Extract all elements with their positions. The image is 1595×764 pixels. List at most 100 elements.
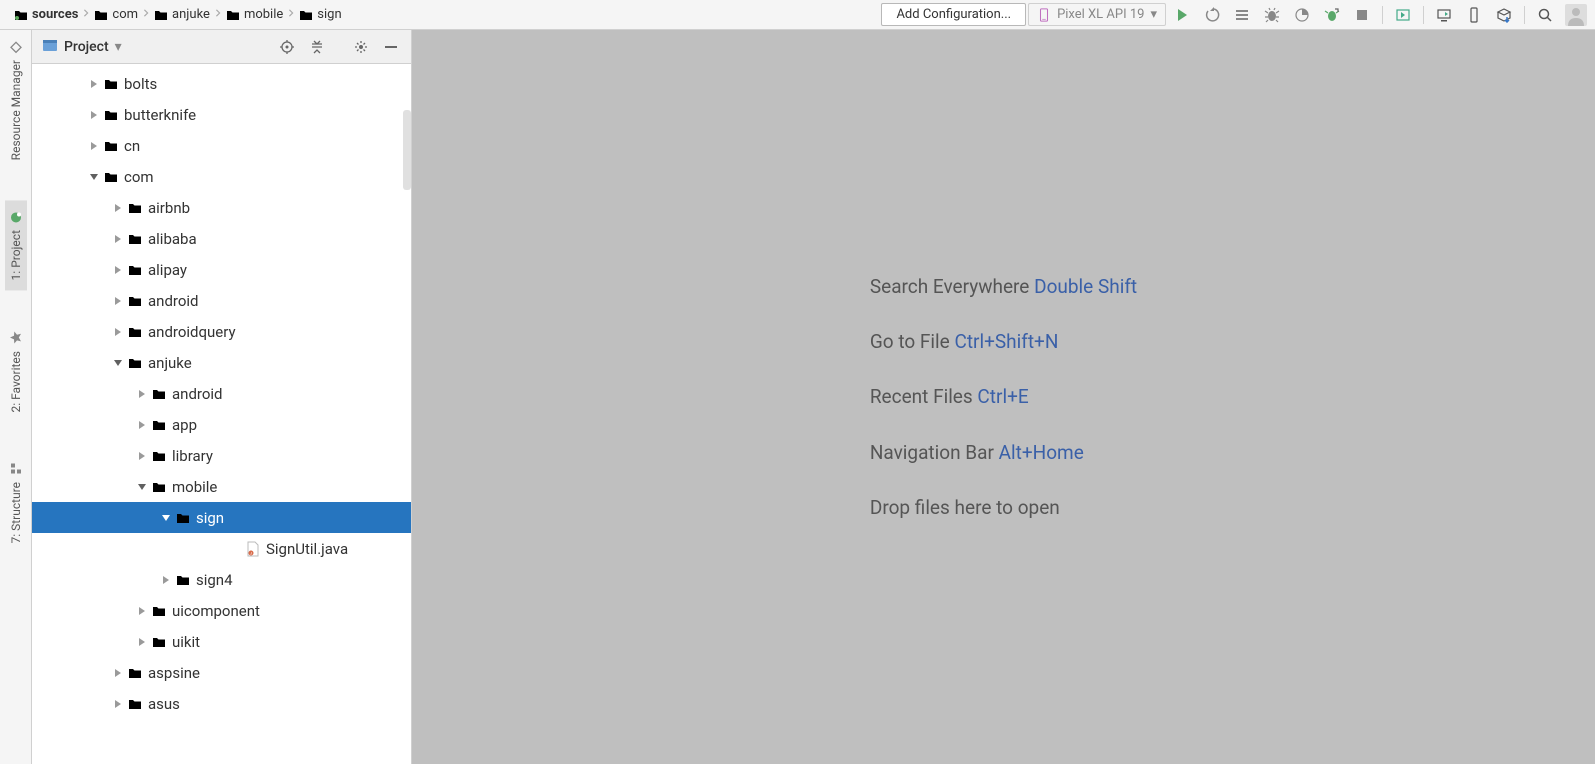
expand-arrow-icon[interactable]	[136, 605, 148, 617]
folder-icon	[152, 388, 166, 400]
debug-button[interactable]	[1228, 1, 1256, 29]
tree-row[interactable]: android	[32, 378, 411, 409]
expand-arrow-icon[interactable]	[88, 140, 100, 152]
search-button[interactable]	[1531, 1, 1559, 29]
top-bar: sources com anjukemobilesign Add Configura…	[0, 0, 1595, 30]
expand-arrow-icon[interactable]	[112, 295, 124, 307]
rail-label: 7: Structure	[9, 482, 23, 544]
project-tree[interactable]: bolts butterknife cncomairbnb alibaba alipay…	[32, 64, 411, 764]
breadcrumb-item[interactable]: com	[88, 5, 144, 24]
tree-row[interactable]: anjuke	[32, 347, 411, 378]
rail-label: Resource Manager	[9, 60, 23, 160]
expand-arrow-icon[interactable]	[136, 388, 148, 400]
run-button[interactable]	[1168, 1, 1196, 29]
tree-row[interactable]: sign4	[32, 564, 411, 595]
avd-manager-button[interactable]	[1430, 1, 1458, 29]
expand-arrow-icon[interactable]	[160, 574, 172, 586]
editor-tip: Go to File Ctrl+Shift+N	[870, 314, 1137, 369]
tree-label: sign	[196, 509, 224, 527]
folder-icon	[299, 9, 313, 21]
star-icon	[9, 331, 23, 345]
sidebar-header: Project ▾	[32, 30, 411, 64]
bug-icon[interactable]	[1258, 1, 1286, 29]
expand-arrow-icon[interactable]	[112, 202, 124, 214]
folder-icon	[154, 9, 168, 21]
locate-button[interactable]	[277, 37, 297, 57]
rail-item-2-favorites[interactable]: 2: Favorites	[5, 321, 27, 423]
sdk-manager-button[interactable]	[1490, 1, 1518, 29]
tree-row[interactable]: JSignUtil.java	[32, 533, 411, 564]
collapse-arrow-icon[interactable]	[112, 357, 124, 369]
scrollbar-thumb[interactable]	[403, 110, 411, 190]
rail-label: 2: Favorites	[9, 351, 23, 413]
chevron-down-icon: ▾	[1150, 7, 1157, 22]
breadcrumb-item[interactable]: sources	[8, 5, 84, 24]
phone-icon	[1037, 8, 1051, 22]
expand-arrow-icon[interactable]	[112, 233, 124, 245]
breadcrumb-item[interactable]: mobile	[220, 5, 289, 24]
chevron-down-icon: ▾	[115, 39, 122, 55]
folder-icon	[128, 264, 142, 276]
project-view-dropdown[interactable]: Project ▾	[42, 38, 122, 56]
expand-arrow-icon[interactable]	[112, 326, 124, 338]
tree-row[interactable]: bolts	[32, 68, 411, 99]
tree-row[interactable]: airbnb	[32, 192, 411, 223]
device-manager-button[interactable]	[1460, 1, 1488, 29]
folder-icon	[128, 233, 142, 245]
tree-label: sign4	[196, 571, 233, 589]
collapse-arrow-icon[interactable]	[88, 171, 100, 183]
tree-row[interactable]: uicomponent	[32, 595, 411, 626]
tree-row[interactable]: mobile	[32, 471, 411, 502]
editor-area[interactable]: Search Everywhere Double ShiftGo to File…	[412, 30, 1595, 764]
folder-icon	[128, 357, 142, 369]
tree-row[interactable]: library	[32, 440, 411, 471]
breadcrumb-item[interactable]: sign	[293, 5, 347, 24]
rail-item-1-project[interactable]: 1: Project	[5, 200, 27, 290]
expand-arrow-icon[interactable]	[112, 698, 124, 710]
tree-row[interactable]: androidquery	[32, 316, 411, 347]
tree-row[interactable]: android	[32, 285, 411, 316]
attach-debugger-button[interactable]	[1318, 1, 1346, 29]
tree-row[interactable]: butterknife	[32, 99, 411, 130]
folder-icon	[94, 9, 108, 21]
stop-button[interactable]	[1348, 1, 1376, 29]
expand-arrow-icon[interactable]	[88, 78, 100, 90]
tree-label: butterknife	[124, 106, 196, 124]
tree-row[interactable]: cn	[32, 130, 411, 161]
user-avatar[interactable]	[1565, 4, 1587, 26]
breadcrumb-item[interactable]: anjuke	[148, 5, 216, 24]
toolbar-right: Add Configuration... Pixel XL API 19 ▾	[881, 0, 1595, 29]
folder-icon	[14, 9, 28, 21]
expand-arrow-icon[interactable]	[112, 264, 124, 276]
expand-arrow-icon[interactable]	[88, 109, 100, 121]
tree-row[interactable]: asus	[32, 688, 411, 719]
tree-row[interactable]: uikit	[32, 626, 411, 657]
profiler-button[interactable]	[1288, 1, 1316, 29]
tree-row[interactable]: alipay	[32, 254, 411, 285]
rail-item-7-structure[interactable]: 7: Structure	[5, 452, 27, 554]
apply-changes-button[interactable]	[1198, 1, 1226, 29]
toolbar-separator	[1423, 6, 1424, 24]
expand-arrow-icon[interactable]	[136, 450, 148, 462]
breadcrumb-label: com	[112, 7, 138, 22]
collapse-arrow-icon[interactable]	[160, 512, 172, 524]
hide-button[interactable]	[381, 37, 401, 57]
breadcrumbs: sources com anjukemobilesign	[0, 5, 348, 24]
collapse-arrow-icon[interactable]	[136, 481, 148, 493]
collapse-all-button[interactable]	[307, 37, 327, 57]
tree-row[interactable]: app	[32, 409, 411, 440]
tree-row[interactable]: sign	[32, 502, 411, 533]
expand-arrow-icon[interactable]	[112, 667, 124, 679]
rail-item-resource-manager[interactable]: Resource Manager	[5, 30, 27, 170]
sync-button[interactable]	[1389, 1, 1417, 29]
device-dropdown[interactable]: Pixel XL API 19 ▾	[1028, 3, 1166, 26]
settings-button[interactable]	[351, 37, 371, 57]
tree-row[interactable]: com	[32, 161, 411, 192]
expand-arrow-icon[interactable]	[136, 419, 148, 431]
tree-row[interactable]: alibaba	[32, 223, 411, 254]
tree-label: alibaba	[148, 230, 197, 248]
toolbar-separator	[1524, 6, 1525, 24]
add-configuration-button[interactable]: Add Configuration...	[881, 3, 1026, 26]
tree-row[interactable]: aspsine	[32, 657, 411, 688]
expand-arrow-icon[interactable]	[136, 636, 148, 648]
